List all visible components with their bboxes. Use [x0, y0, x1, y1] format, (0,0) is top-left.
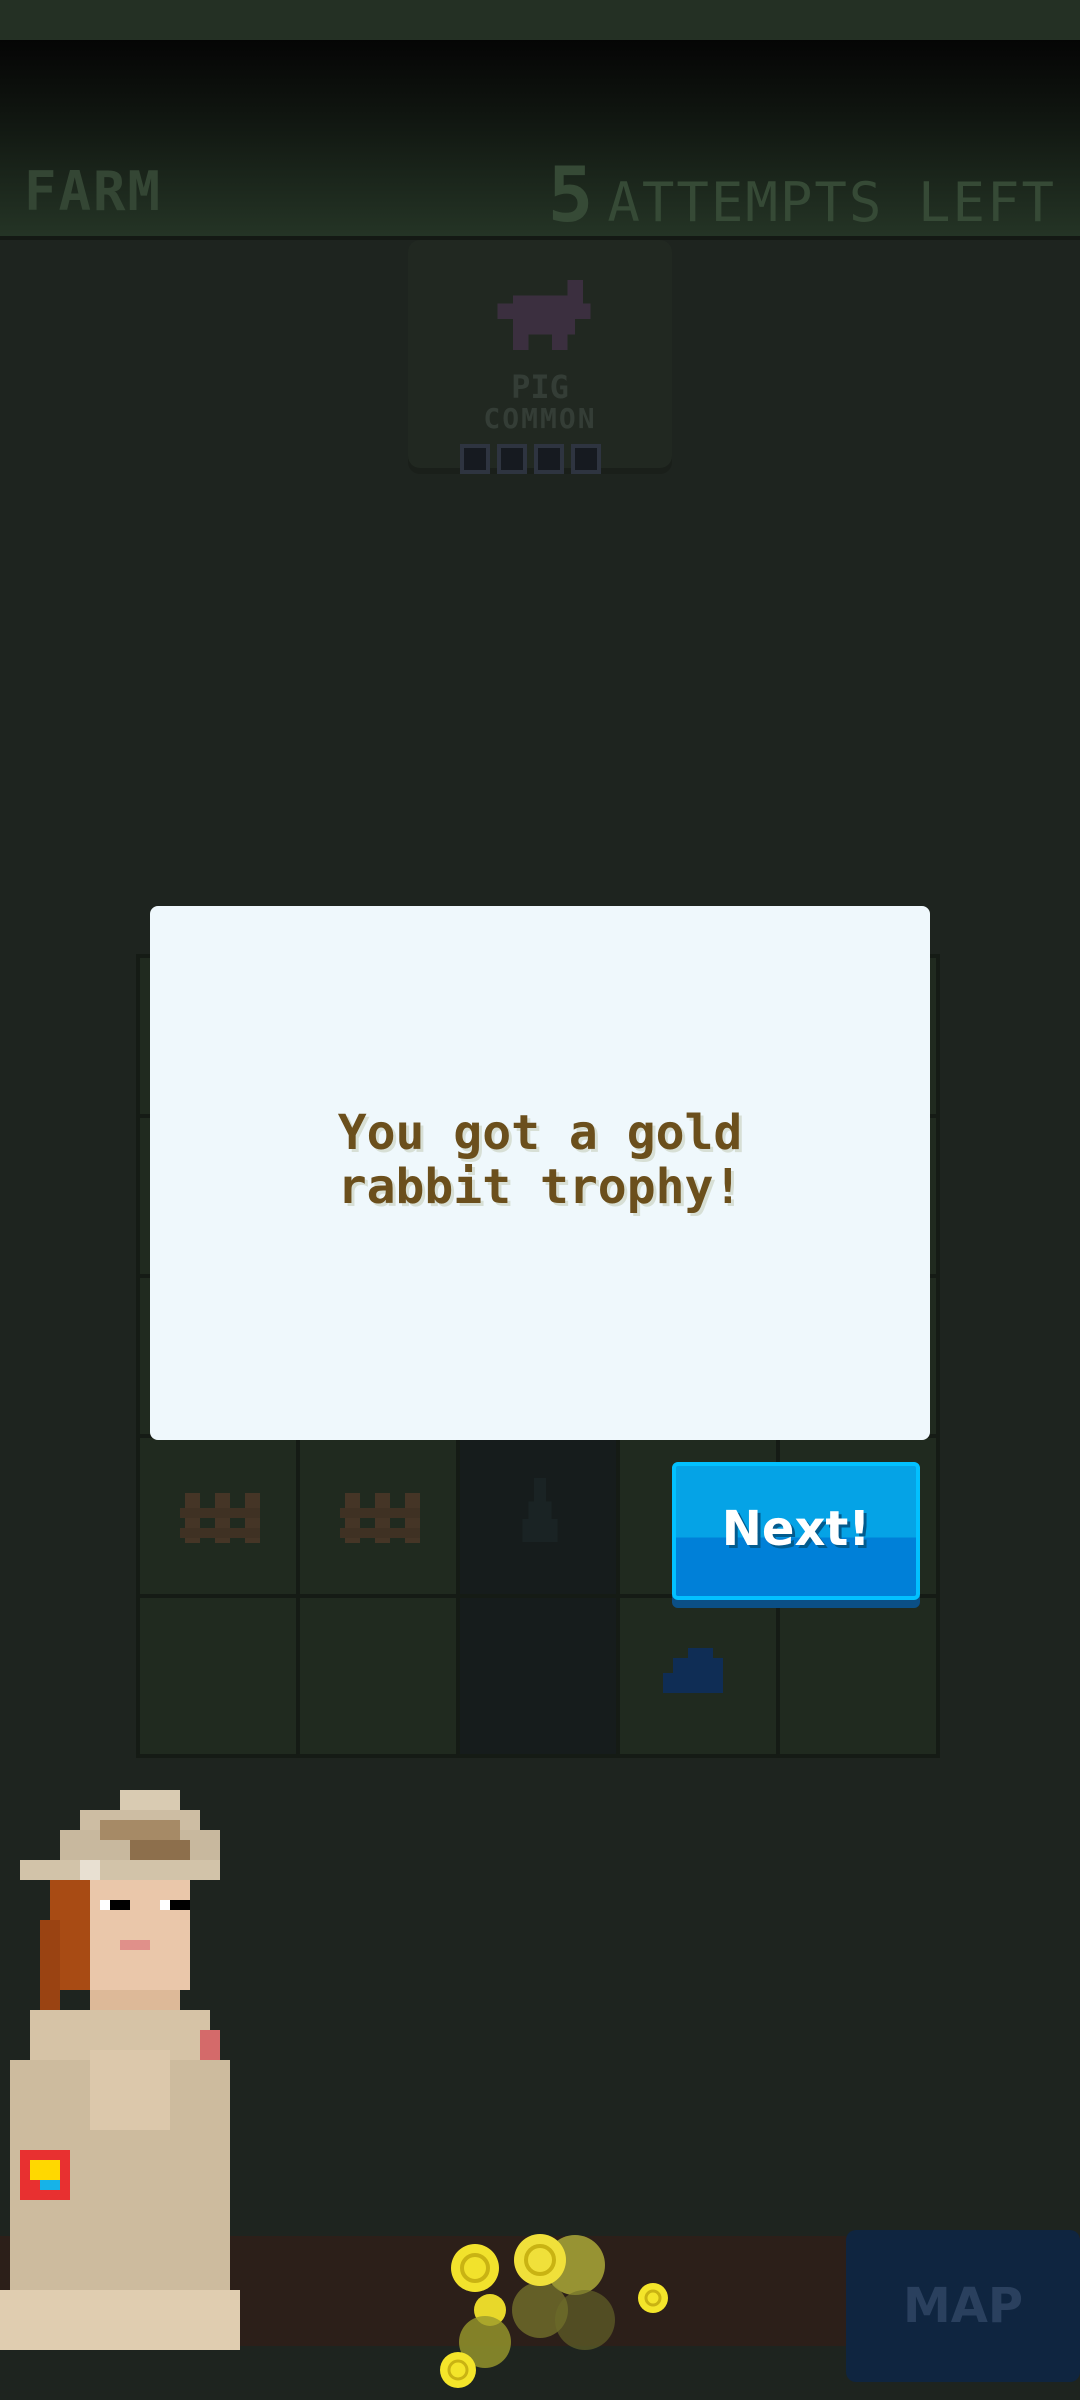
card-animal-name: PIG	[511, 368, 569, 406]
progress-slot	[534, 444, 564, 474]
fence-icon	[180, 1493, 260, 1543]
status-bar	[0, 0, 1080, 40]
attempts-label: ATTEMPTS LEFT	[607, 171, 1056, 234]
map-button-label: MAP	[902, 2278, 1024, 2334]
grid-cell-revealed[interactable]	[460, 1438, 616, 1594]
ranger-character	[0, 1790, 240, 2350]
grid-cell[interactable]	[620, 1598, 776, 1754]
dialog-message-line: You got a gold	[337, 1105, 743, 1161]
map-button[interactable]: MAP	[846, 2230, 1080, 2382]
hidden-item-icon	[663, 1648, 723, 1693]
trophy-dialog: You got a gold rabbit trophy!	[150, 906, 930, 1440]
progress-slot	[571, 444, 601, 474]
coins-icon[interactable]	[430, 2220, 680, 2400]
grid-cell[interactable]	[300, 1598, 456, 1754]
fence-icon	[340, 1493, 420, 1543]
grid-cell-revealed[interactable]	[460, 1598, 616, 1754]
rabbit-icon	[522, 1478, 558, 1543]
pig-icon	[497, 280, 591, 350]
grid-cell[interactable]	[300, 1438, 456, 1594]
progress-slot	[460, 444, 490, 474]
grid-cell[interactable]	[140, 1438, 296, 1594]
dialog-message-line: rabbit trophy!	[337, 1159, 743, 1215]
progress-slot	[497, 444, 527, 474]
card-rarity: COMMON	[483, 402, 597, 435]
attempts-counter: 5 ATTEMPTS LEFT	[548, 150, 1056, 239]
grid-cell[interactable]	[780, 1598, 936, 1754]
area-title: FARM	[24, 160, 163, 223]
grid-cell[interactable]	[140, 1598, 296, 1754]
attempts-count: 5	[547, 150, 596, 239]
next-button[interactable]: Next!	[672, 1462, 920, 1600]
next-button-label: Next!	[721, 1501, 871, 1557]
dialog-message: You got a gold rabbit trophy!	[150, 1106, 930, 1214]
target-animal-card[interactable]: PIG COMMON	[408, 240, 672, 474]
progress-slots	[460, 444, 601, 474]
